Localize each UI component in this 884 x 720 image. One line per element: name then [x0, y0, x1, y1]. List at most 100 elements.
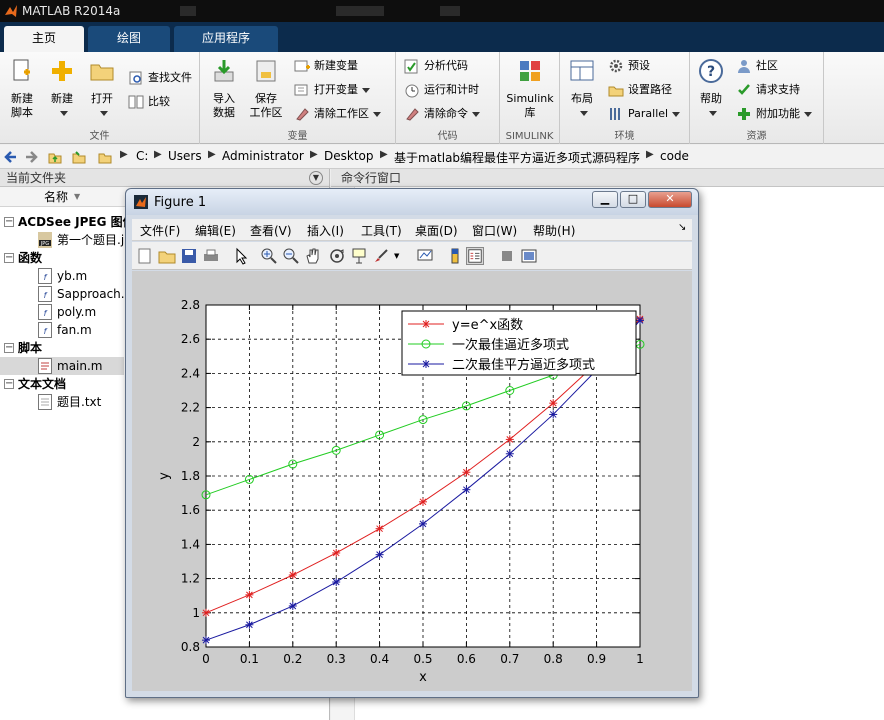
menu-help[interactable]: 帮助(H) — [533, 222, 575, 239]
panel-actions-icon[interactable]: ▼ — [309, 171, 323, 185]
menu-file[interactable]: 文件(F) — [140, 222, 180, 239]
analyze-code-button[interactable]: 分析代码 — [404, 56, 468, 76]
menu-edit[interactable]: 编辑(E) — [195, 222, 236, 239]
new-button[interactable]: 新建 — [44, 56, 80, 120]
breadcrumb-c-drive[interactable]: C: — [136, 149, 148, 163]
file-item[interactable]: 题目.txt — [0, 393, 124, 411]
up-folder-icon[interactable] — [48, 150, 62, 164]
zoom-in-icon[interactable] — [260, 247, 278, 265]
help-button[interactable]: ? 帮助 — [694, 56, 728, 120]
menu-window[interactable]: 窗口(W) — [472, 222, 517, 239]
tree-group-text-docs[interactable]: − 文本文档 — [0, 375, 128, 393]
new-script-icon — [13, 59, 30, 81]
file-item[interactable]: f poly.m — [0, 303, 124, 321]
chevron-down-icon[interactable]: ▼ — [394, 252, 399, 260]
tab-apps[interactable]: 应用程序 — [174, 26, 278, 52]
data-point-s0 — [505, 435, 514, 444]
tree-group-functions[interactable]: − 函数 — [0, 249, 128, 267]
collapse-icon[interactable]: − — [4, 217, 14, 227]
legend-toggle-icon[interactable] — [466, 247, 484, 265]
menu-insert[interactable]: 插入(I) — [307, 222, 344, 239]
compare-button[interactable]: 比较 — [128, 92, 170, 112]
file-item-selected[interactable]: main.m — [0, 357, 124, 375]
clear-commands-icon — [406, 108, 419, 121]
clear-workspace-button[interactable]: 清除工作区 — [294, 104, 381, 124]
file-item[interactable]: f yb.m — [0, 267, 124, 285]
data-point-s2 — [419, 519, 427, 528]
chevron-down-icon — [373, 111, 381, 117]
collapse-icon[interactable]: − — [4, 253, 14, 263]
forward-arrow-icon[interactable] — [24, 150, 38, 164]
maximize-button[interactable]: □ — [620, 191, 646, 208]
save-workspace-button[interactable]: 保存 工作区 — [246, 56, 286, 120]
set-path-button[interactable]: 设置路径 — [608, 80, 672, 100]
pan-hand-icon[interactable] — [304, 247, 322, 265]
print-icon[interactable] — [202, 247, 220, 265]
file-item[interactable]: f fan.m — [0, 321, 124, 339]
menu-desktop[interactable]: 桌面(D) — [415, 222, 458, 239]
pointer-icon[interactable] — [232, 247, 250, 265]
open-file-icon[interactable] — [158, 247, 176, 265]
data-point-s2 — [636, 316, 644, 325]
minimize-button[interactable]: ▁ — [592, 191, 618, 208]
save-workspace-label-2: 工作区 — [249, 106, 283, 119]
figure-title-bar[interactable]: Figure 1 ▁ □ ✕ — [126, 189, 698, 215]
request-support-label: 请求支持 — [756, 83, 800, 96]
back-arrow-icon[interactable] — [4, 150, 18, 164]
preferences-button[interactable]: 预设 — [608, 56, 650, 76]
section-label-file: 文件 — [89, 131, 110, 142]
request-support-button[interactable]: 请求支持 — [736, 80, 800, 100]
layout-button[interactable]: 布局 — [564, 56, 600, 120]
open-button[interactable]: 打开 — [84, 56, 120, 120]
tree-group-scripts[interactable]: − 脚本 — [0, 339, 128, 357]
show-plot-tools-icon[interactable] — [520, 247, 538, 265]
rotate-3d-icon[interactable] — [328, 247, 346, 265]
line-chart[interactable]: 0 0.1 0.2 0.3 0.4 0.5 0.6 0.7 0.8 0.9 1 0.8 1 1.2 1.4 1… — [132, 271, 692, 691]
tab-plots[interactable]: 绘图 — [88, 26, 170, 52]
new-figure-icon[interactable] — [136, 247, 154, 265]
dock-arrow-icon[interactable]: ↘ — [678, 222, 686, 233]
function-file-icon: f — [38, 286, 52, 302]
breadcrumb-code[interactable]: code — [660, 149, 689, 163]
column-header-name[interactable]: 名称 — [44, 187, 68, 207]
new-script-button[interactable]: 新建 脚本 — [4, 56, 40, 120]
tree-group-acdsee[interactable]: − ACDSee JPEG 图像 — [0, 213, 128, 231]
link-plot-icon[interactable] — [416, 247, 434, 265]
folder-icon — [98, 153, 112, 164]
file-item[interactable]: JPG 第一个题目.jpg — [0, 231, 124, 249]
close-button[interactable]: ✕ — [648, 191, 692, 208]
tab-home[interactable]: 主页 — [4, 26, 84, 52]
breadcrumb-desktop[interactable]: Desktop — [324, 149, 374, 163]
run-and-time-button[interactable]: 运行和计时 — [404, 80, 479, 100]
find-files-button[interactable]: 查找文件 — [128, 68, 192, 88]
clear-commands-button[interactable]: 清除命令 — [404, 104, 480, 124]
figure-window[interactable]: Figure 1 ▁ □ ✕ 文件(F) 编辑(E) 查看(V) 插入(I) 工… — [125, 188, 699, 698]
community-button[interactable]: 社区 — [736, 56, 778, 76]
save-icon[interactable] — [180, 247, 198, 265]
y-tick-label: 2.6 — [181, 332, 200, 346]
breadcrumb-project-folder[interactable]: 基于matlab编程最佳平方逼近多项式源码程序 — [394, 149, 640, 166]
breadcrumb-users[interactable]: Users — [168, 149, 202, 163]
collapse-icon[interactable]: − — [4, 379, 14, 389]
menu-view[interactable]: 查看(V) — [250, 222, 292, 239]
zoom-out-icon[interactable] — [282, 247, 300, 265]
colorbar-icon[interactable] — [446, 247, 464, 265]
data-cursor-icon[interactable] — [350, 247, 368, 265]
new-variable-button[interactable]: 新建变量 — [294, 56, 358, 76]
import-data-button[interactable]: 导入 数据 — [204, 56, 244, 120]
breadcrumb-administrator[interactable]: Administrator — [222, 149, 304, 163]
open-variable-button[interactable]: 打开变量 — [294, 80, 370, 100]
collapse-icon[interactable]: − — [4, 343, 14, 353]
open-variable-icon — [294, 84, 308, 96]
file-item[interactable]: f Sapproach.m — [0, 285, 124, 303]
browse-folder-icon[interactable] — [72, 150, 86, 164]
y-tick-label: 2.2 — [181, 401, 200, 415]
hide-plot-tools-icon[interactable] — [498, 247, 516, 265]
parallel-button[interactable]: Parallel — [608, 104, 681, 124]
menu-tools[interactable]: 工具(T) — [361, 222, 402, 239]
brush-icon[interactable] — [372, 247, 390, 265]
figure-canvas[interactable]: 0 0.1 0.2 0.3 0.4 0.5 0.6 0.7 0.8 0.9 1 0.8 1 1.2 1.4 1… — [132, 271, 692, 691]
addons-button[interactable]: 附加功能 — [736, 104, 812, 124]
simulink-library-button[interactable]: Simulink 库 — [504, 56, 556, 120]
save-workspace-label-1: 保存 — [255, 92, 277, 105]
